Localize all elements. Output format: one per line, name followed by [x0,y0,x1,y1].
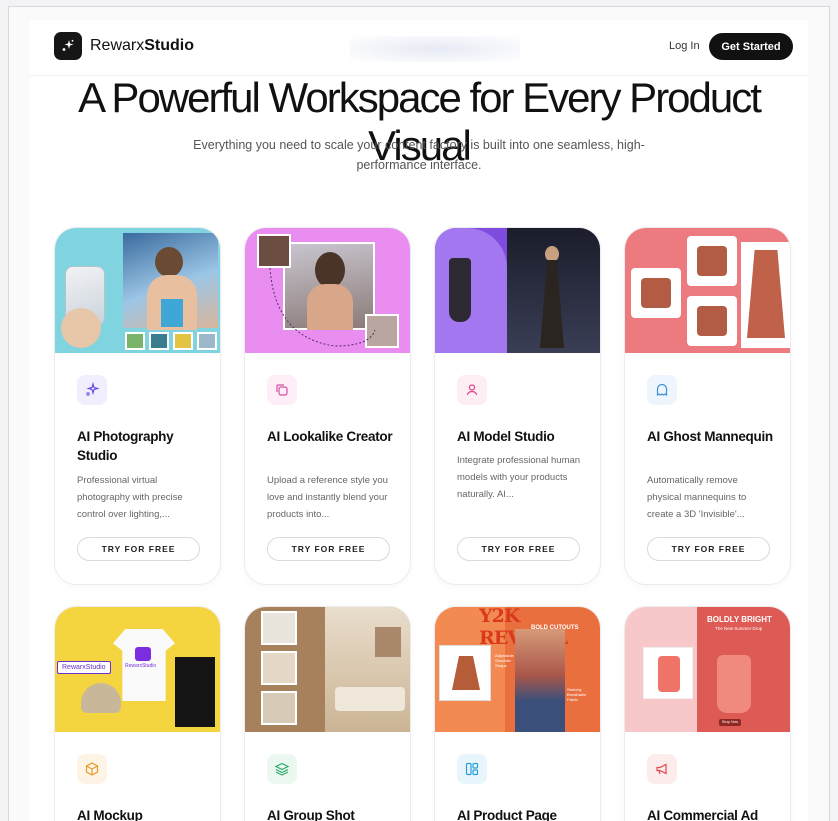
ad-tumbler-image [717,655,751,713]
top-nav: RewarxStudio Log In Get Started [30,20,808,76]
cap-image [81,683,121,713]
hero-subtitle: Everything you need to scale your conten… [193,138,645,172]
try-for-free-button[interactable]: TRY FOR FREE [267,537,390,561]
feature-card-commercial[interactable]: BOLDLY BRIGHT The New Summer Drop Shop N… [624,606,791,821]
card-image-model [435,228,600,353]
megaphone-icon [647,754,677,784]
card-description: Professional virtual photography with pr… [77,475,183,520]
try-for-free-button[interactable]: TRY FOR FREE [77,537,200,561]
runway-image [507,228,600,353]
nav-glow [350,36,520,62]
feature-card-lookalike[interactable]: AI Lookalike Creator Upload a reference … [244,227,411,585]
ad-headline: BOLDLY BRIGHT [707,615,772,624]
card-image-mockup: RewarxStudio RewarxStudio [55,607,220,732]
item-thumbnail-2 [261,651,297,685]
ghost-tile-1 [631,268,681,318]
ad-shop-button: Shop Now [719,719,741,726]
card-title: AI Lookalike Creator [267,429,393,444]
card-image-group [245,607,410,732]
feature-card-product-page[interactable]: Y2K REVIVAL BOLD CUTOUTS Adjustable Shou… [434,606,601,821]
mockup-logo-tag: RewarxStudio [57,661,111,674]
item-thumbnail-3 [261,691,297,725]
feature-card-photography[interactable]: AI Photography Studio Professional virtu… [54,227,221,585]
try-for-free-button[interactable]: TRY FOR FREE [457,537,580,561]
brand-prefix: Rewarx [90,37,145,54]
product-model-image [515,629,565,732]
feature-card-model[interactable]: AI Model Studio Integrate professional h… [434,227,601,585]
layout-icon [457,754,487,784]
card-title: AI Mockup [77,808,143,821]
card-description: Integrate professional human models with… [457,455,581,500]
card-title: AI Product Page [457,808,557,821]
connector-lines [269,267,376,347]
brand-bold: Studio [144,37,194,54]
tote-bag-image [175,657,215,727]
ghost-result-image [741,242,790,348]
card-image-commercial: BOLDLY BRIGHT The New Summer Drop Shop N… [625,607,790,732]
card-image-ghost [625,228,790,353]
item-thumbnail-1 [261,611,297,645]
thumbnail-3[interactable] [173,332,193,350]
landing-page: RewarxStudio Log In Get Started A Powerf… [30,20,808,821]
shirt-brand-text: RewarxStudio [125,663,157,669]
copy-icon [267,375,297,405]
feature-card-group[interactable]: AI Group Shot [244,606,411,821]
try-for-free-button[interactable]: TRY FOR FREE [647,537,770,561]
thumbnail-1[interactable] [125,332,145,350]
hand-image [61,308,101,348]
card-title: AI Commercial Ad [647,808,758,821]
card-title: AI Photography Studio [77,429,174,463]
ad-product-thumbnail [643,647,693,699]
box-icon [77,754,107,784]
feature-card-ghost[interactable]: AI Ghost Mannequin Automatically remove … [624,227,791,585]
login-link[interactable]: Log In [669,40,700,52]
dress-image [449,258,471,322]
thumbnail-4[interactable] [197,332,217,350]
living-room-image [325,607,410,732]
get-started-button[interactable]: Get Started [709,33,793,60]
sparkles-icon [77,375,107,405]
layers-icon [267,754,297,784]
ad-subheadline: The New Summer Drop [715,626,763,631]
thumbnail-2[interactable] [149,332,169,350]
card-title: AI Group Shot [267,808,355,821]
card-description: Upload a reference style you love and in… [267,475,388,520]
card-description: Automatically remove physical mannequins… [647,475,747,520]
product-top-thumbnail [439,645,491,701]
ghost-tile-3 [687,296,737,346]
person-icon [457,375,487,405]
photo-model-image [123,233,218,330]
brand-logo-icon[interactable] [54,32,82,60]
brand-name[interactable]: RewarxStudio [90,37,194,55]
shirt-logo-mark [135,647,151,661]
card-image-photography [55,228,220,353]
feature-card-mockup[interactable]: RewarxStudio RewarxStudio AI Mockup [54,606,221,821]
card-title: AI Ghost Mannequin [647,429,773,444]
ghost-tile-2 [687,236,737,286]
card-image-product-page: Y2K REVIVAL BOLD CUTOUTS Adjustable Shou… [435,607,600,732]
dress-panel [435,228,507,353]
product-tag-1: Adjustable Shoulder Straps [495,653,514,668]
ghost-icon [647,375,677,405]
product-tag-2: Stretchy Breathable Fabric [567,687,587,702]
card-title: AI Model Studio [457,429,555,444]
card-image-lookalike [245,228,410,353]
